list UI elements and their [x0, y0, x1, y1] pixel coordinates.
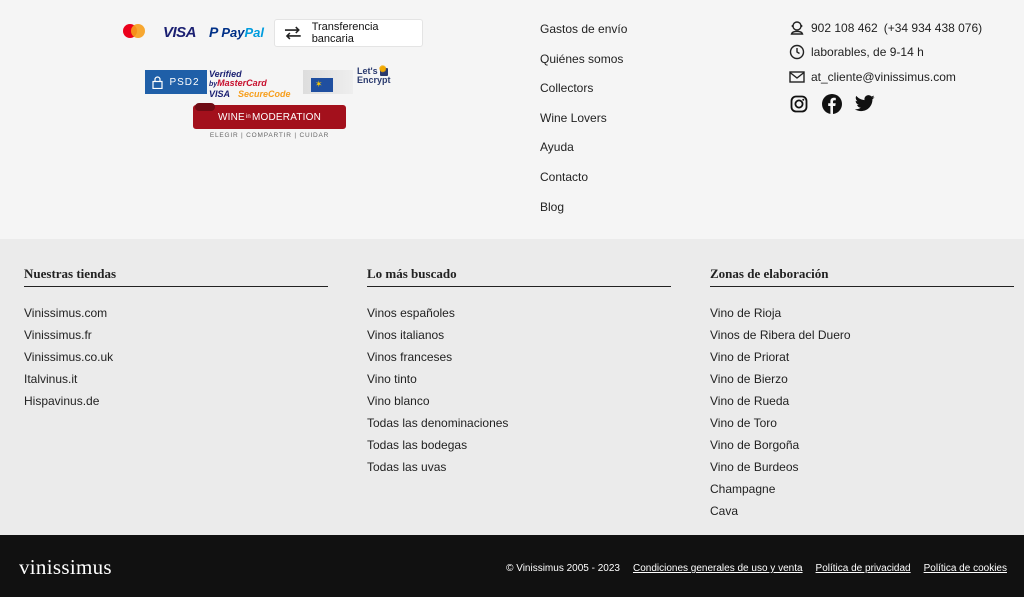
zone-link[interactable]: Vino de Rueda: [710, 390, 1014, 412]
zones-column: Zonas de elaboración Vino de Rioja Vinos…: [710, 266, 1014, 522]
contact-email[interactable]: at_cliente@vinissimus.com: [789, 65, 982, 89]
link-about[interactable]: Quiénes somos: [540, 51, 627, 81]
instagram-icon[interactable]: [789, 94, 809, 114]
transfer-arrows-icon: [284, 26, 301, 40]
zones-heading: Zonas de elaboración: [710, 266, 1014, 287]
link-blog[interactable]: Blog: [540, 199, 627, 229]
bank-transfer-badge: Transferencia bancaria: [274, 19, 423, 47]
search-link[interactable]: Vinos italianos: [367, 324, 671, 346]
stores-column: Nuestras tiendas Vinissimus.com Vinissim…: [24, 266, 328, 412]
mail-icon: [789, 69, 805, 85]
search-link[interactable]: Todas las bodegas: [367, 434, 671, 456]
terms-link[interactable]: Condiciones generales de uso y venta: [633, 563, 803, 574]
search-link[interactable]: Vino blanco: [367, 390, 671, 412]
contact-info: 902 108 462 (+34 934 438 076) laborables…: [789, 16, 982, 114]
store-link[interactable]: Hispavinus.de: [24, 390, 328, 412]
privacy-link[interactable]: Política de privacidad: [816, 563, 911, 574]
zone-link[interactable]: Vino de Priorat: [710, 346, 1014, 368]
zone-link[interactable]: Cava: [710, 500, 1014, 522]
facebook-icon[interactable]: [822, 93, 842, 114]
zone-link[interactable]: Vino de Rioja: [710, 302, 1014, 324]
store-link[interactable]: Vinissimus.fr: [24, 324, 328, 346]
visa-icon: VISA: [163, 24, 197, 41]
search-link[interactable]: Vino tinto: [367, 368, 671, 390]
link-wine-lovers[interactable]: Wine Lovers: [540, 110, 627, 140]
search-link[interactable]: Todas las denominaciones: [367, 412, 671, 434]
zone-link[interactable]: Vino de Burdeos: [710, 456, 1014, 478]
link-collectors[interactable]: Collectors: [540, 80, 627, 110]
zone-link[interactable]: Vinos de Ribera del Duero: [710, 324, 1014, 346]
contact-phone[interactable]: 902 108 462 (+34 934 438 076): [789, 16, 982, 40]
footer-bottom-bar: vinissimus © Vinissimus 2005 - 2023 Cond…: [0, 535, 1024, 597]
paypal-icon: P Pay Pal: [209, 24, 264, 40]
store-link[interactable]: Vinissimus.com: [24, 302, 328, 324]
store-link[interactable]: Vinissimus.co.uk: [24, 346, 328, 368]
footer-link-columns: Nuestras tiendas Vinissimus.com Vinissim…: [0, 239, 1024, 535]
wine-in-moderation-tagline: ELEGIR | COMPARTIR | CUIDAR: [209, 132, 330, 139]
eu-flag-badge: ✶: [303, 70, 353, 94]
mastercard-icon: [121, 23, 147, 43]
zone-link[interactable]: Vino de Bierzo: [710, 368, 1014, 390]
zone-link[interactable]: Vino de Borgoña: [710, 434, 1014, 456]
lock-icon: [152, 75, 164, 89]
verified-by-visa-mastercard-badge: Verified byMasterCard VISA SecureCode: [209, 69, 291, 99]
social-links: [789, 93, 982, 114]
store-link[interactable]: Italvinus.it: [24, 368, 328, 390]
brand-logo[interactable]: vinissimus: [19, 555, 112, 580]
phone-number: 902 108 462: [811, 21, 878, 36]
hours-text: laborables, de 9-14 h: [811, 45, 924, 60]
zone-link[interactable]: Champagne: [710, 478, 1014, 500]
legal-links: © Vinissimus 2005 - 2023 Condiciones gen…: [493, 563, 1007, 574]
link-shipping[interactable]: Gastos de envío: [540, 21, 627, 51]
clock-icon: [789, 44, 805, 60]
link-help[interactable]: Ayuda: [540, 139, 627, 169]
footer-top: VISA P Pay Pal Transferencia bancaria PSD2…: [0, 0, 1024, 239]
twitter-icon[interactable]: [855, 94, 875, 114]
link-contact[interactable]: Contacto: [540, 169, 627, 199]
psd2-badge: PSD2: [145, 70, 207, 94]
contact-hours: laborables, de 9-14 h: [789, 40, 982, 64]
sun-icon: ✺: [379, 64, 387, 74]
search-link[interactable]: Vinos franceses: [367, 346, 671, 368]
search-link[interactable]: Vinos españoles: [367, 302, 671, 324]
stores-heading: Nuestras tiendas: [24, 266, 328, 287]
lets-encrypt-badge: ✺ Let's Encrypt: [357, 64, 391, 85]
search-link[interactable]: Todas las uvas: [367, 456, 671, 478]
eu-flag-icon: ✶: [311, 78, 333, 92]
most-searched-column: Lo más buscado Vinos españoles Vinos ita…: [367, 266, 671, 478]
transfer-label: Transferencia bancaria: [311, 21, 379, 45]
zone-link[interactable]: Vino de Toro: [710, 412, 1014, 434]
info-links: Gastos de envío Quiénes somos Collectors…: [540, 21, 627, 228]
phone-number-intl: (+34 934 438 076): [883, 21, 983, 36]
copyright-text: © Vinissimus 2005 - 2023: [506, 563, 620, 574]
wine-in-moderation-logo: WINE in MODERATION: [193, 103, 346, 129]
cookies-link[interactable]: Política de cookies: [924, 563, 1007, 574]
most-searched-heading: Lo más buscado: [367, 266, 671, 287]
email-address: at_cliente@vinissimus.com: [811, 69, 956, 84]
headset-icon: [789, 20, 805, 36]
